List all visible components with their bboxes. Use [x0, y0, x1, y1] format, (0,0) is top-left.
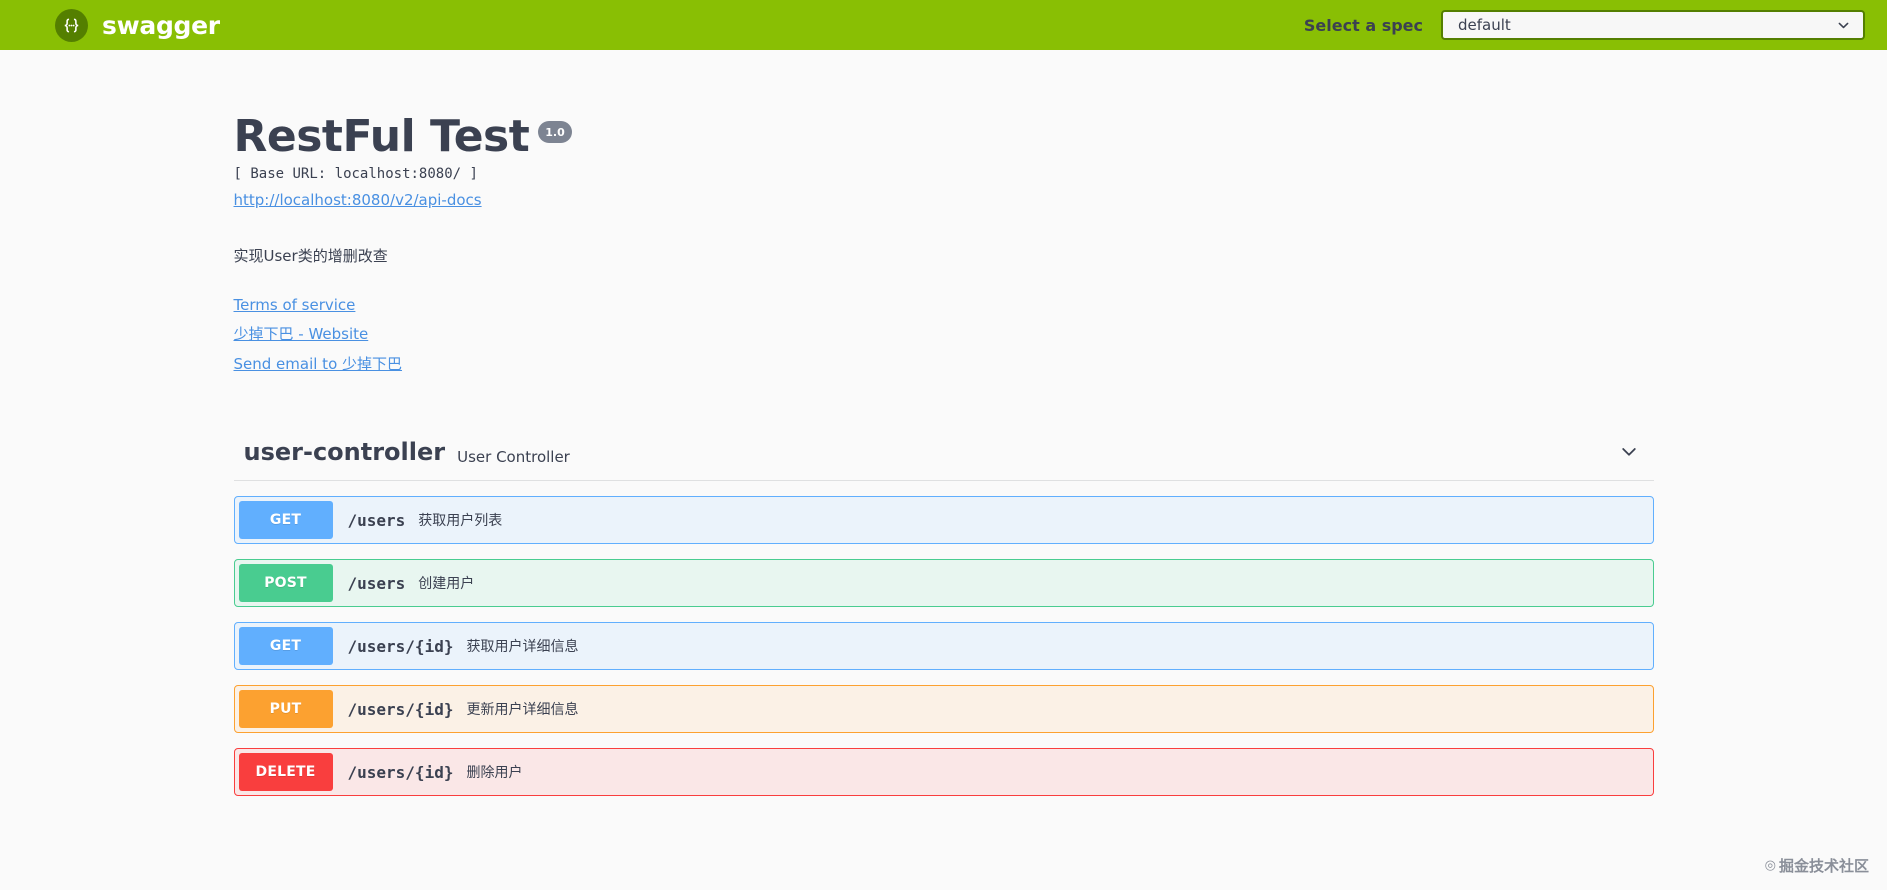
tag-section-user-controller: user-controller User Controller GET/user…: [233, 437, 1654, 797]
operation-path: /users: [347, 510, 406, 530]
main-content: RestFul Test 1.0 [ Base URL: localhost:8…: [214, 50, 1674, 797]
operation-summary: 获取用户列表: [418, 513, 503, 530]
chevron-down-icon: [1838, 22, 1849, 28]
operation-row[interactable]: DELETE/users/{id} 删除用户: [233, 748, 1654, 797]
tag-description: User Controller: [457, 447, 570, 466]
website-link[interactable]: 少掉下巴 - Website: [234, 323, 369, 346]
api-info-links: Terms of service 少掉下巴 - Website Send ema…: [234, 294, 1654, 376]
api-info-block: RestFul Test 1.0 [ Base URL: localhost:8…: [234, 50, 1654, 375]
page-title: RestFul Test: [233, 111, 530, 162]
page-root: swagger Select a spec default RestFul Te…: [0, 0, 1887, 890]
top-bar: swagger Select a spec default: [0, 0, 1887, 50]
operation-summary: 删除用户: [466, 765, 523, 782]
api-docs-link[interactable]: http://localhost:8080/v2/api-docs: [234, 189, 482, 212]
contact-email-link[interactable]: Send email to 少掉下巴: [234, 353, 403, 376]
api-title-row: RestFul Test 1.0: [233, 111, 1654, 162]
spec-select[interactable]: default: [1441, 10, 1865, 40]
operation-method-badge: GET: [238, 501, 333, 540]
base-url: [ Base URL: localhost:8080/ ]: [233, 166, 478, 183]
operation-method-badge: GET: [238, 627, 333, 666]
swagger-logo-link[interactable]: swagger: [55, 8, 220, 42]
select-a-spec-label: Select a spec: [1303, 15, 1423, 35]
version-badge: 1.0: [538, 121, 572, 143]
operation-row[interactable]: POST/users 创建用户: [233, 559, 1654, 608]
spec-selector-group: Select a spec default: [1304, 10, 1865, 40]
watermark-text: 掘金技术社区: [1778, 857, 1869, 875]
watermark: ◎ 掘金技术社区: [1765, 855, 1869, 876]
watermark-mark: ◎: [1764, 858, 1776, 873]
operation-summary: 更新用户详细信息: [466, 702, 579, 719]
tag-header[interactable]: user-controller User Controller: [233, 437, 1654, 482]
operation-method-badge: DELETE: [238, 753, 333, 792]
operation-path: /users: [347, 573, 406, 593]
operation-path: /users/{id}: [347, 699, 454, 719]
operation-method-badge: PUT: [238, 690, 333, 729]
terms-of-service-link[interactable]: Terms of service: [234, 294, 356, 317]
operation-row[interactable]: GET/users 获取用户列表: [233, 496, 1654, 545]
tag-name: user-controller: [243, 438, 446, 467]
operation-summary: 创建用户: [418, 576, 475, 593]
operation-method-badge: POST: [238, 564, 333, 603]
spec-select-value: default: [1458, 16, 1511, 34]
swagger-braces-logo-icon: [55, 8, 88, 42]
operation-summary: 获取用户详细信息: [466, 639, 579, 656]
api-description: 实现User类的增删改查: [233, 247, 388, 266]
operation-row[interactable]: GET/users/{id} 获取用户详细信息: [233, 622, 1654, 671]
chevron-down-icon: [1621, 448, 1636, 457]
operation-row[interactable]: PUT/users/{id} 更新用户详细信息: [233, 685, 1654, 734]
operation-path: /users/{id}: [347, 636, 454, 656]
swagger-logo-text: swagger: [102, 10, 220, 40]
operation-path: /users/{id}: [347, 762, 454, 782]
operations-list: GET/users 获取用户列表 POST/users 创建用户 GET/users/{…: [233, 496, 1654, 797]
tag-collapse-toggle[interactable]: [1614, 437, 1644, 467]
